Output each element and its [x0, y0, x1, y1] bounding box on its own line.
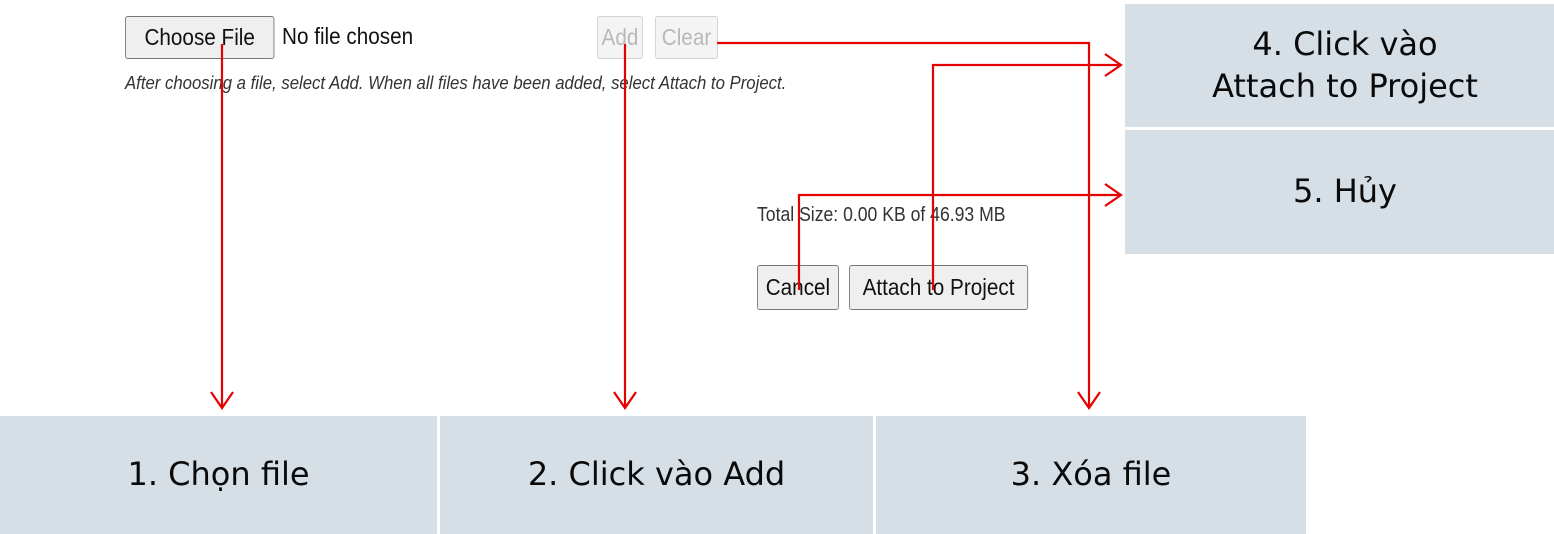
callout-step-4-line-1: 4. Click vào	[1252, 24, 1438, 63]
callout-step-2: 2. Click vào Add	[440, 416, 873, 534]
clear-button[interactable]: Clear	[655, 16, 718, 59]
callout-step-3: 3. Xóa file	[876, 416, 1306, 534]
callout-step-5: 5. Hủy	[1125, 130, 1554, 254]
callout-step-2-text: 2. Click vào Add	[527, 455, 786, 494]
callout-step-1-text: 1. Chọn file	[127, 455, 310, 494]
arrowhead-step-1	[210, 391, 234, 410]
callout-step-4: 4. Click vào Attach to Project	[1125, 4, 1554, 127]
arrowhead-step-3	[1077, 391, 1101, 410]
attach-to-project-button[interactable]: Attach to Project	[849, 265, 1029, 310]
callout-step-3-text: 3. Xóa file	[1010, 455, 1172, 494]
arrowhead-step-2	[613, 391, 637, 410]
callout-step-4-line-2: Attach to Project	[1212, 66, 1478, 105]
total-size-text: Total Size: 0.00 KB of 46.93 MB	[757, 204, 1006, 226]
choose-file-button[interactable]: Choose File	[125, 16, 275, 59]
cancel-button[interactable]: Cancel	[757, 265, 839, 310]
file-status-text: No file chosen	[282, 23, 414, 49]
arrowhead-step-4	[1104, 53, 1123, 77]
callout-step-1: 1. Chọn file	[0, 416, 437, 534]
callout-step-5-text: 5. Hủy	[1293, 172, 1397, 211]
instructions-text: After choosing a file, select Add. When …	[125, 73, 787, 93]
arrowhead-step-5	[1104, 183, 1123, 207]
add-button[interactable]: Add	[597, 16, 643, 59]
arrow-step-4	[931, 63, 1120, 290]
